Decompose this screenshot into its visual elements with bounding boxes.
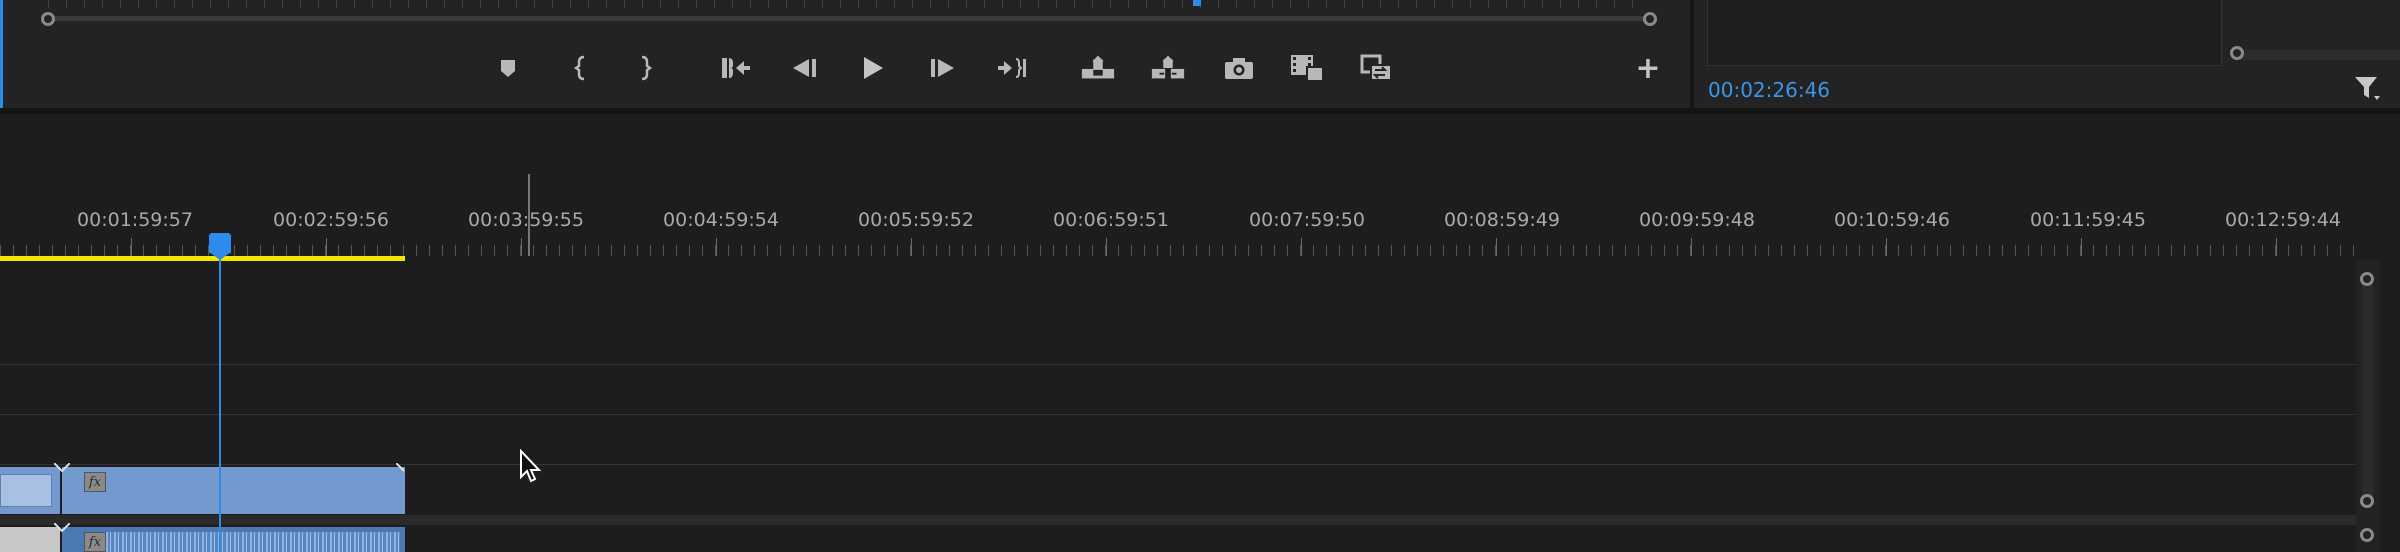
vertical-scroll-top-handle[interactable] xyxy=(2360,272,2374,286)
overwrite-button[interactable] xyxy=(1359,50,1395,86)
video-clip[interactable] xyxy=(62,467,405,514)
ruler-label: 00:03:59:55 xyxy=(468,209,584,231)
extract-button[interactable] xyxy=(1150,50,1186,86)
track-scroll-bar[interactable] xyxy=(0,515,2356,525)
step-forward-icon xyxy=(931,59,954,77)
filter-icon[interactable] xyxy=(2353,74,2383,108)
marker-icon xyxy=(501,60,515,77)
mouse-pointer-icon xyxy=(520,449,542,483)
vertical-scroll-thumb[interactable] xyxy=(2362,282,2374,502)
timeline-playhead[interactable] xyxy=(209,233,231,253)
timeline-playhead-line xyxy=(219,253,221,552)
thumbnail-zoom-handle[interactable] xyxy=(2230,46,2244,60)
go-to-out-button[interactable] xyxy=(994,50,1030,86)
ruler-label: 00:02:59:56 xyxy=(273,209,389,231)
step-back-icon xyxy=(793,59,816,77)
time-ruler-major-ticks xyxy=(0,238,2355,256)
ruler-label: 00:04:59:54 xyxy=(663,209,779,231)
add-marker-button[interactable] xyxy=(490,50,526,86)
ruler-label: 00:06:59:51 xyxy=(1053,209,1169,231)
zoom-scroll-right-handle[interactable] xyxy=(1643,12,1657,26)
ruler-label: 00:01:59:57 xyxy=(77,209,193,231)
ruler-label: 00:08:59:49 xyxy=(1444,209,1560,231)
track-divider xyxy=(0,464,2356,465)
step-back-button[interactable] xyxy=(785,50,821,86)
step-forward-button[interactable] xyxy=(926,50,962,86)
hover-position-line xyxy=(528,174,530,256)
thumbnail-zoom-slider[interactable] xyxy=(2238,50,2400,60)
audio-waveform xyxy=(90,532,400,552)
ruler-label: 00:09:59:48 xyxy=(1639,209,1755,231)
clip-end-marker-icon xyxy=(396,463,405,472)
timecode-display[interactable]: 00:02:26:46 xyxy=(1708,78,1830,102)
mark-out-icon xyxy=(641,55,652,81)
monitor-playhead-line xyxy=(0,0,3,108)
export-frame-button[interactable] xyxy=(1221,50,1257,86)
lift-button[interactable] xyxy=(1080,50,1116,86)
audio-scroll-handle[interactable] xyxy=(2360,528,2374,542)
ruler-label: 00:11:59:45 xyxy=(2030,209,2146,231)
scrub-bar-ticks xyxy=(48,0,1650,8)
zoom-scroll-bar[interactable] xyxy=(48,16,1650,21)
add-button-editor-button[interactable]: + xyxy=(1630,50,1666,86)
mark-in-button[interactable] xyxy=(563,50,599,86)
ruler-label: 00:05:59:52 xyxy=(858,209,974,231)
ruler-label: 00:12:59:44 xyxy=(2225,209,2341,231)
ruler-label: 00:10:59:46 xyxy=(1834,209,1950,231)
video-clip-thumbnail xyxy=(0,474,52,507)
extract-icon xyxy=(1151,55,1185,79)
play-button[interactable] xyxy=(855,50,891,86)
zoom-scroll-left-handle[interactable] xyxy=(41,12,55,26)
work-area-bar[interactable] xyxy=(0,256,405,261)
transition-marker-icon xyxy=(54,463,70,473)
play-icon xyxy=(864,57,883,79)
insert-icon xyxy=(1291,55,1324,82)
audio-clip-previous[interactable] xyxy=(0,527,60,552)
scrub-playhead[interactable] xyxy=(1193,0,1201,6)
insert-button[interactable] xyxy=(1289,50,1325,86)
ruler-label: 00:07:59:50 xyxy=(1249,209,1365,231)
fx-badge-audio[interactable]: fx xyxy=(84,532,106,552)
thumbnail-preview xyxy=(1707,0,2222,66)
mark-out-button[interactable] xyxy=(627,50,663,86)
go-to-in-icon xyxy=(722,58,750,78)
fx-badge-video[interactable]: fx xyxy=(84,472,106,492)
go-to-out-icon xyxy=(998,58,1026,78)
go-to-in-button[interactable] xyxy=(718,50,754,86)
audio-transition-marker-icon xyxy=(54,523,70,533)
lift-icon xyxy=(1081,55,1115,79)
vertical-scroll-bottom-handle[interactable] xyxy=(2360,494,2374,508)
track-divider xyxy=(0,414,2356,415)
camera-icon xyxy=(1225,58,1253,79)
mark-in-icon xyxy=(574,55,585,81)
track-divider xyxy=(0,364,2356,365)
overwrite-icon xyxy=(1360,54,1392,81)
